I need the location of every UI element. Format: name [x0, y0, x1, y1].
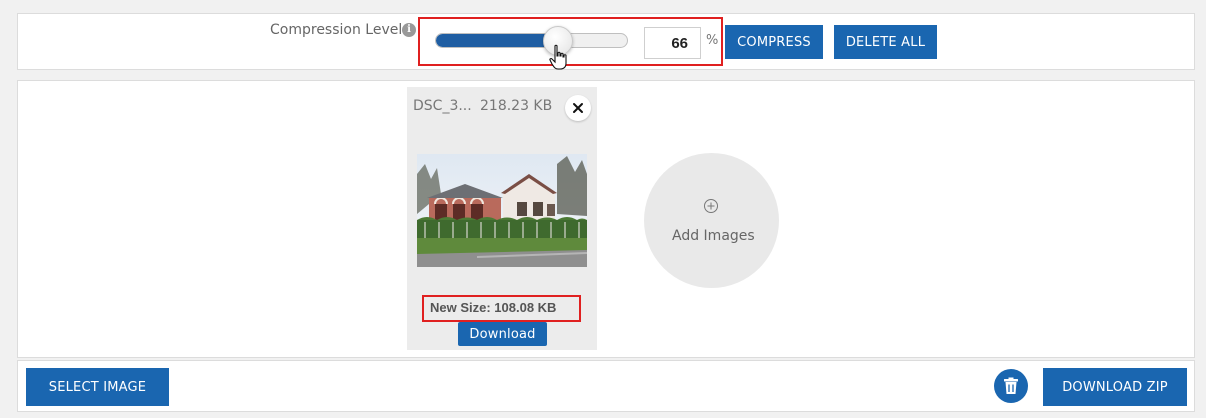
- download-zip-button[interactable]: DOWNLOAD ZIP: [1043, 368, 1187, 406]
- compression-percent-input[interactable]: [644, 27, 701, 59]
- image-filename: DSC_3...: [413, 98, 472, 114]
- image-workspace: [17, 80, 1195, 358]
- plus-circle-icon: [704, 199, 718, 213]
- delete-all-round-button[interactable]: [994, 369, 1028, 403]
- image-thumbnail: [417, 154, 587, 267]
- add-images-label: Add Images: [672, 228, 755, 244]
- hand-cursor-icon: [549, 44, 567, 70]
- house-photo: [417, 154, 587, 267]
- new-size-label: New Size: 108.08 KB: [430, 300, 557, 315]
- delete-all-button[interactable]: DELETE ALL: [834, 25, 937, 59]
- select-image-button[interactable]: SELECT IMAGE: [26, 368, 169, 406]
- compress-button[interactable]: COMPRESS: [725, 25, 823, 59]
- info-icon[interactable]: i: [402, 23, 416, 37]
- remove-image-button[interactable]: [565, 95, 591, 121]
- image-original-size: 218.23 KB: [480, 98, 553, 114]
- close-icon: [573, 103, 583, 113]
- compression-level-label: Compression Level: [270, 22, 403, 38]
- add-images-button[interactable]: [644, 153, 779, 288]
- download-button[interactable]: Download: [458, 322, 547, 346]
- trash-icon: [1004, 377, 1018, 394]
- percent-sign: %: [706, 33, 719, 48]
- compression-slider[interactable]: [435, 33, 628, 48]
